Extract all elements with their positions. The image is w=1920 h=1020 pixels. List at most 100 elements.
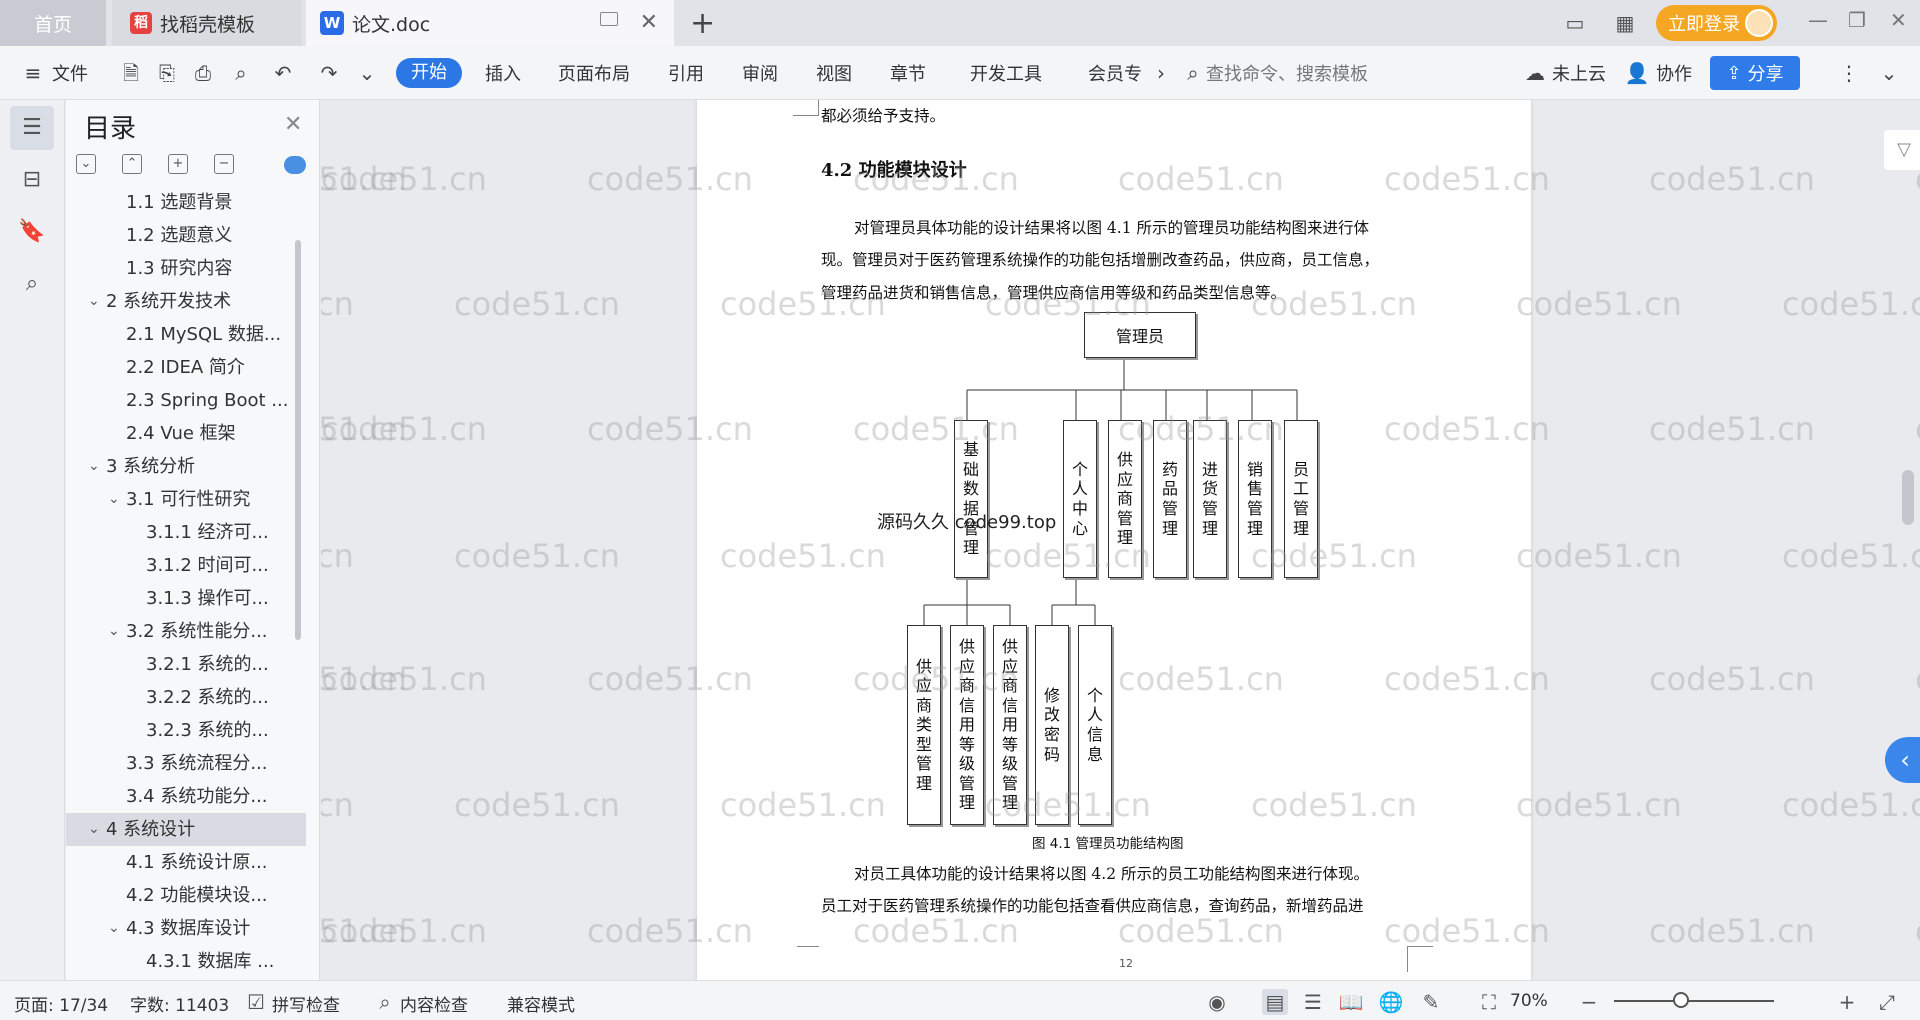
new-tab-button[interactable]: +	[690, 6, 715, 41]
search-icon[interactable]: ⌕	[10, 262, 54, 306]
tab-insert[interactable]: 插入	[485, 60, 521, 86]
toc-item[interactable]: 3.3 系统流程分...	[66, 747, 306, 780]
close-icon[interactable]: ✕	[640, 10, 658, 35]
toc-toggle[interactable]	[284, 156, 306, 174]
toc-item[interactable]: 3.1.3 操作可...	[66, 582, 306, 615]
toc-item[interactable]: 4.1 系统设计原...	[66, 846, 306, 879]
zoom-in-icon[interactable]: +	[1834, 989, 1860, 1015]
save-icon[interactable]: 🗎	[118, 60, 144, 86]
remove-icon[interactable]: −	[214, 154, 234, 174]
zoom-level[interactable]: 70%	[1510, 991, 1548, 1011]
toc-item[interactable]: ⌄ 3.1 可行性研究	[66, 483, 306, 516]
chevron-down-icon[interactable]: ⌄	[108, 912, 120, 945]
collapse-ribbon-icon[interactable]: ⌄	[1876, 60, 1902, 86]
page-view-icon[interactable]: ▤	[1262, 989, 1288, 1015]
layout-icon[interactable]: ▭	[1562, 10, 1588, 36]
document-page[interactable]: 都必须给予支持。 4.2 功能模块设计 对管理员具体功能的设计结果将以图 4.1…	[697, 100, 1531, 980]
login-button[interactable]: 立即登录	[1656, 5, 1777, 41]
spell-check-button[interactable]: 拼写检查	[272, 991, 340, 1016]
toc-item[interactable]: 3.1.1 经济可...	[66, 516, 306, 549]
toc-item[interactable]: 3.4 系统功能分...	[66, 780, 306, 813]
toc-icon[interactable]: ☰	[10, 106, 54, 150]
toc-item-label: 3.1.3 操作可...	[146, 588, 269, 609]
window-close-icon[interactable]: ✕	[1890, 8, 1907, 32]
tab-references[interactable]: 引用	[668, 60, 704, 86]
cloud-status[interactable]: 未上云	[1552, 60, 1606, 86]
fit-page-icon[interactable]: ⛶	[1476, 989, 1502, 1015]
file-menu[interactable]: 文件	[52, 60, 88, 86]
tab-template[interactable]: 稻 找稻壳模板	[112, 0, 302, 46]
chevron-right-icon[interactable]: ›	[1148, 60, 1174, 86]
tab-developer[interactable]: 开发工具	[970, 60, 1042, 86]
toc-item[interactable]: 4.2 功能模块设...	[66, 879, 306, 912]
toc-item[interactable]: 3.2.1 系统的...	[66, 648, 306, 681]
menu-icon[interactable]: ≡	[20, 60, 46, 86]
toc-item[interactable]: 2.2 IDEA 简介	[66, 351, 306, 384]
pen-icon[interactable]: ✎	[1418, 989, 1444, 1015]
read-view-icon[interactable]: 📖	[1338, 989, 1364, 1015]
tab-member[interactable]: 会员专	[1088, 60, 1142, 86]
more-icon[interactable]: ⋮	[1836, 60, 1862, 86]
chevron-down-icon[interactable]: ⌄	[108, 615, 120, 648]
monitor-icon[interactable]	[600, 12, 618, 26]
web-view-icon[interactable]: 🌐	[1378, 989, 1404, 1015]
more-dropdown-icon[interactable]: ⌄	[354, 60, 380, 86]
toc-item[interactable]: 3.2.2 系统的...	[66, 681, 306, 714]
tab-section[interactable]: 章节	[890, 60, 926, 86]
toc-item[interactable]: ⌄ 2 系统开发技术	[66, 285, 306, 318]
tab-page-layout[interactable]: 页面布局	[558, 60, 630, 86]
word-count[interactable]: 字数: 11403	[130, 991, 229, 1016]
minimize-icon[interactable]: —	[1808, 8, 1828, 32]
toc-item[interactable]: 1.1 选题背景	[66, 186, 306, 219]
undo-icon[interactable]: ↶	[270, 60, 296, 86]
toc-item[interactable]: 2.4 Vue 框架	[66, 417, 306, 450]
page-indicator[interactable]: 页面: 17/34	[14, 991, 108, 1016]
toc-item[interactable]: 3.1.2 时间可...	[66, 549, 306, 582]
apps-grid-icon[interactable]: ▦	[1612, 10, 1638, 36]
chevron-down-icon[interactable]: ⌄	[88, 450, 100, 483]
tab-document[interactable]: W 论文.doc ✕	[306, 0, 674, 46]
toc-item[interactable]: ⌄ 3 系统分析	[66, 450, 306, 483]
zoom-out-icon[interactable]: −	[1576, 989, 1602, 1015]
preview-icon[interactable]: ⌕	[228, 60, 254, 86]
fullscreen-icon[interactable]: ⤢	[1874, 989, 1900, 1015]
filter-icon[interactable]: ▽	[1884, 130, 1920, 170]
command-search-input[interactable]: 查找命令、搜索模板	[1206, 60, 1368, 86]
expand-icon[interactable]: ⌄	[76, 154, 96, 174]
content-check-button[interactable]: 内容检查	[400, 991, 468, 1016]
chevron-down-icon[interactable]: ⌄	[88, 813, 100, 846]
chevron-down-icon[interactable]: ⌄	[88, 285, 100, 318]
toc-item[interactable]: 1.2 选题意义	[66, 219, 306, 252]
export-icon[interactable]: ⎘	[154, 60, 180, 86]
toc-item[interactable]: 2.1 MySQL 数据...	[66, 318, 306, 351]
toc-item[interactable]: ⌄ 3.2 系统性能分...	[66, 615, 306, 648]
zoom-slider[interactable]	[1614, 1000, 1774, 1002]
toc-item[interactable]: ⌄ 4.3 数据库设计	[66, 912, 306, 945]
toc-item[interactable]: 4.3.1 数据库 ...	[66, 945, 306, 978]
tab-home[interactable]: 首页	[0, 0, 106, 46]
collab-button[interactable]: 协作	[1656, 60, 1692, 86]
toc-item[interactable]: 2.3 Spring Boot ...	[66, 384, 306, 417]
zoom-slider-knob[interactable]	[1673, 992, 1689, 1008]
bookmark-icon[interactable]: 🔖	[10, 210, 54, 254]
eye-icon[interactable]: ◉	[1204, 989, 1230, 1015]
navigation-icon[interactable]: ⊟	[10, 158, 54, 202]
print-icon[interactable]: ⎙	[190, 60, 216, 86]
toc-item[interactable]: 1.3 研究内容	[66, 252, 306, 285]
side-panel-toggle[interactable]: ‹	[1885, 737, 1920, 783]
tab-home-ribbon[interactable]: 开始	[396, 58, 462, 88]
toc-item[interactable]: 3.2.3 系统的...	[66, 714, 306, 747]
tab-review[interactable]: 审阅	[742, 60, 778, 86]
restore-icon[interactable]: ❐	[1848, 8, 1866, 32]
toc-item[interactable]: ⌄ 4 系统设计	[66, 813, 306, 846]
share-button[interactable]: ⇪ 分享	[1710, 56, 1800, 90]
tab-view[interactable]: 视图	[816, 60, 852, 86]
vertical-scrollbar[interactable]	[1902, 470, 1914, 525]
outline-view-icon[interactable]: ☰	[1300, 989, 1326, 1015]
toc-scrollbar[interactable]	[295, 240, 301, 640]
collapse-icon[interactable]: ⌃	[122, 154, 142, 174]
close-icon[interactable]: ✕	[284, 112, 302, 137]
redo-icon[interactable]: ↷	[316, 60, 342, 86]
add-icon[interactable]: +	[168, 154, 188, 174]
chevron-down-icon[interactable]: ⌄	[108, 483, 120, 516]
